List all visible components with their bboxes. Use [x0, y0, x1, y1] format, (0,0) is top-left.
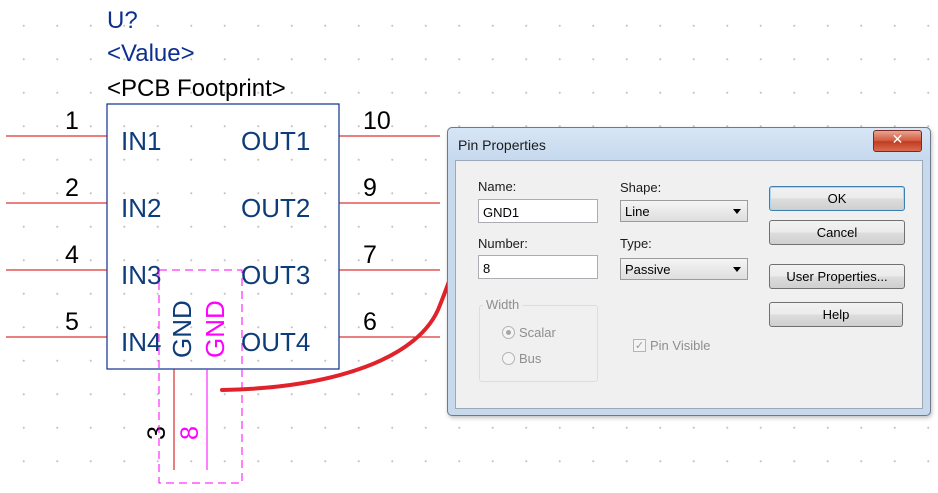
pin-number: 7 — [363, 241, 377, 269]
part-footprint[interactable]: <PCB Footprint> — [107, 75, 286, 102]
width-group-title: Width — [483, 297, 523, 312]
pin-name: GND — [167, 300, 197, 358]
pin-visible-label: Pin Visible — [650, 338, 711, 353]
pin-number: 9 — [363, 174, 377, 202]
shape-label: Shape: — [620, 180, 662, 195]
pin-number: 6 — [363, 308, 377, 336]
pin-name: IN3 — [121, 260, 161, 290]
help-button[interactable]: Help — [769, 302, 903, 327]
pin-name: IN2 — [121, 193, 161, 223]
close-icon: ✕ — [891, 132, 904, 148]
pin-name-selected: GND — [200, 300, 230, 358]
part-value[interactable]: <Value> — [107, 40, 195, 67]
close-button[interactable]: ✕ — [873, 130, 922, 152]
type-label: Type: — [620, 236, 652, 251]
pin-number: 1 — [65, 107, 79, 135]
shape-select[interactable]: Line — [620, 200, 748, 222]
type-select-value: Passive — [625, 262, 671, 277]
part-refdes[interactable]: U? — [107, 7, 138, 34]
radio-selected-dot — [506, 330, 511, 335]
bus-radio[interactable] — [502, 352, 515, 365]
dialog-body: Name: GND1 Number: 8 Shape: Line Type: P… — [455, 160, 923, 409]
pin-properties-dialog: Pin Properties ✕ Name: GND1 Number: 8 Sh… — [447, 127, 931, 416]
pin-visible-checkbox[interactable]: ✓ — [633, 339, 646, 352]
type-select[interactable]: Passive — [620, 258, 748, 280]
scalar-radio[interactable] — [502, 326, 515, 339]
chevron-down-icon — [733, 209, 741, 214]
width-groupbox — [479, 305, 598, 382]
pin-number-selected: 8 — [176, 426, 204, 440]
dialog-titlebar[interactable]: Pin Properties ✕ — [448, 128, 930, 161]
shape-select-value: Line — [625, 204, 650, 219]
pin-name: IN4 — [121, 327, 161, 357]
ok-button[interactable]: OK — [769, 186, 905, 211]
scalar-label: Scalar — [519, 325, 556, 340]
pin-number: 10 — [363, 107, 391, 135]
user-properties-button[interactable]: User Properties... — [769, 264, 905, 289]
number-label: Number: — [478, 236, 528, 251]
pin-name: OUT2 — [241, 193, 310, 223]
chevron-down-icon — [733, 267, 741, 272]
number-input[interactable]: 8 — [478, 255, 598, 279]
name-label: Name: — [478, 179, 517, 194]
name-input[interactable]: GND1 — [478, 199, 598, 223]
pin-name: OUT4 — [241, 327, 310, 357]
pin-name: IN1 — [121, 126, 161, 156]
bus-label: Bus — [519, 351, 542, 366]
pin-number: 3 — [143, 426, 171, 440]
cancel-button[interactable]: Cancel — [769, 220, 905, 245]
pin-number: 2 — [65, 174, 79, 202]
pin-name: OUT1 — [241, 126, 310, 156]
pin-name: OUT3 — [241, 260, 310, 290]
pin-number: 4 — [65, 241, 79, 269]
dialog-title: Pin Properties — [458, 137, 546, 153]
pin-number: 5 — [65, 308, 79, 336]
